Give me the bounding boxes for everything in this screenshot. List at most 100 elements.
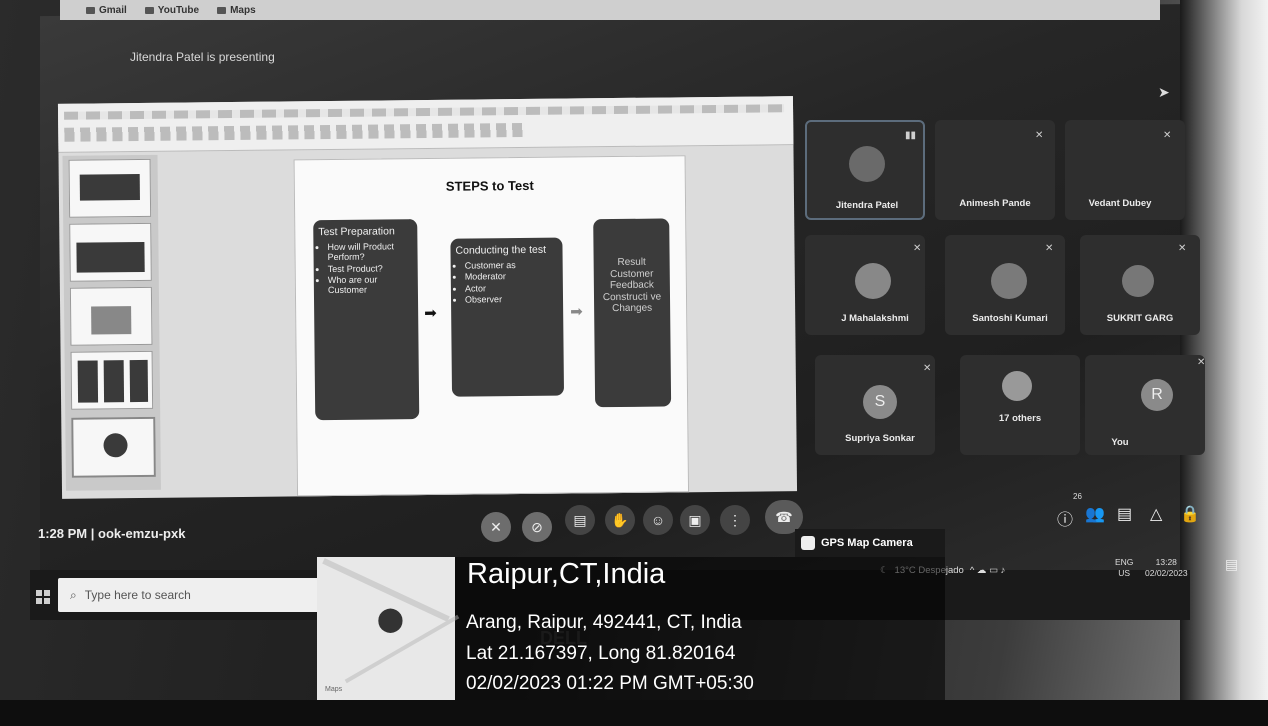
tray-icons[interactable]: ^ ☁ ▭ ♪ [970, 565, 1006, 576]
result-box: Result Customer Feedback Constructi ve C… [593, 218, 672, 408]
list-item: Observer [465, 294, 558, 305]
list-item: Test Product? [328, 263, 413, 274]
participant-tile-santoshi[interactable]: ✕ Santoshi Kumari [945, 235, 1065, 335]
speaking-icon: ▮▮ [905, 130, 917, 141]
gps-camera-badge: GPS Map Camera [795, 529, 945, 557]
mic-off-icon: ✕ [923, 363, 932, 374]
participant-tile-others[interactable]: 17 others [960, 355, 1080, 455]
conducting-test-box: Conducting the test Customer as Moderato… [450, 237, 565, 397]
avatar [1122, 265, 1154, 297]
list-item: Moderator [465, 271, 558, 282]
bookmark-gmail[interactable]: Gmail [86, 5, 127, 16]
location-pin-icon: ⬤ [377, 606, 404, 633]
participant-name: Vedant Dubey [1088, 198, 1152, 209]
taskbar-clock[interactable]: 13:28 02/02/2023 [1145, 557, 1188, 579]
search-input[interactable]: ⌕ Type here to search [58, 578, 358, 612]
participant-name: Jitendra Patel [835, 200, 899, 211]
mic-off-icon: ✕ [1163, 130, 1172, 141]
gps-city: Raipur,CT,India [467, 558, 666, 590]
participant-tile-supriya[interactable]: S ✕ Supriya Sonkar [815, 355, 935, 455]
participant-tile-mahalakshmi[interactable]: ✕ J Mahalakshmi [805, 235, 925, 335]
photo-bottom-edge [0, 700, 1268, 726]
chat-icon[interactable]: ▤ [1117, 504, 1132, 524]
gmail-icon [86, 6, 95, 14]
gps-address: Arang, Raipur, 492441, CT, India [466, 612, 742, 633]
current-slide: STEPS to Test Test Preparation How will … [293, 155, 690, 497]
avatar [849, 146, 885, 182]
bookmark-maps[interactable]: Maps [217, 5, 256, 16]
avatar [855, 263, 891, 299]
meeting-time: 1:28 PM [38, 526, 88, 541]
language-indicator[interactable]: ENG US [1115, 557, 1133, 579]
participant-name: J Mahalakshmi [841, 313, 909, 324]
people-icon[interactable]: 👥 [1085, 504, 1105, 524]
search-icon: ⌕ [70, 587, 77, 602]
gps-map: ⬤ Maps [317, 557, 460, 702]
participant-tile-jitendra[interactable]: ▮▮ Jitendra Patel [805, 120, 925, 220]
avatar-group [1002, 371, 1032, 401]
list-item: Who are our Customer [328, 274, 413, 296]
mic-off-icon: ✕ [1197, 357, 1206, 368]
participant-name: Santoshi Kumari [972, 313, 1048, 324]
arrow-right-icon: ➡ [424, 304, 437, 323]
camera-off-icon[interactable]: ⊘ [522, 512, 552, 542]
mic-off-icon[interactable]: ✕ [481, 512, 511, 542]
ribbon-tabs [64, 104, 785, 120]
gps-badge-text: GPS Map Camera [821, 537, 913, 549]
participant-tile-sukrit[interactable]: ✕ SUKRIT GARG [1080, 235, 1200, 335]
participant-name: SUKRIT GARG [1106, 313, 1174, 324]
raise-hand-icon[interactable]: ✋ [605, 505, 635, 535]
activities-icon[interactable]: △ [1150, 504, 1162, 524]
more-icon[interactable]: ⋮ [720, 505, 750, 535]
gps-coordinates: Lat 21.167397, Long 81.820164 [466, 643, 736, 664]
notification-icon[interactable]: ▤ [1225, 556, 1238, 573]
participant-tile-you[interactable]: R ✕ You [1085, 355, 1205, 455]
people-count-badge: 26 [1073, 492, 1082, 501]
mouse-cursor-icon: ➤ [1158, 84, 1170, 100]
mic-off-icon: ✕ [1035, 130, 1044, 141]
box-heading: Test Preparation [318, 225, 395, 239]
bookmarks-bar: Gmail YouTube Maps [60, 0, 1160, 20]
youtube-icon [144, 6, 154, 14]
result-line: Result [617, 256, 646, 269]
mic-off-icon: ✕ [913, 243, 922, 254]
info-icon[interactable]: ⓘ [1057, 506, 1073, 530]
maps-label: Maps [325, 686, 343, 693]
arrow-right-icon: ➡ [570, 303, 583, 321]
result-line: Constructi ve Changes [602, 291, 662, 315]
list-item: Customer as [465, 260, 558, 271]
avatar: R [1141, 379, 1173, 411]
participant-name: Supriya Sonkar [845, 433, 915, 444]
maps-icon [217, 6, 227, 14]
mic-off-icon: ✕ [1045, 243, 1054, 254]
mic-off-icon: ✕ [1178, 243, 1187, 254]
bookmark-youtube[interactable]: YouTube [144, 5, 199, 16]
participant-name: 17 others [998, 413, 1042, 424]
thumbnail-selected [71, 416, 156, 478]
camera-icon [801, 536, 815, 550]
ribbon [57, 96, 794, 153]
avatar [991, 263, 1027, 299]
participant-name: You [1111, 437, 1129, 448]
gps-datetime: 02/02/2023 01:22 PM GMT+05:30 [466, 673, 754, 694]
participant-name: Animesh Pande [959, 198, 1031, 209]
windows-icon[interactable] [36, 590, 50, 604]
present-icon[interactable]: ▣ [680, 505, 710, 535]
captions-icon[interactable]: ▤ [565, 505, 595, 535]
thumbnail [68, 158, 152, 218]
ribbon-tools [64, 122, 525, 142]
lang-region: US [1118, 568, 1131, 579]
emoji-icon[interactable]: ☺ [643, 505, 673, 535]
result-line: Customer Feedback [609, 268, 654, 292]
lock-icon[interactable]: 🔒 [1180, 504, 1200, 524]
list-item: Actor [465, 282, 558, 293]
thumbnail [70, 350, 154, 410]
lang-code: ENG [1115, 557, 1134, 567]
participant-tile-vedant[interactable]: ✕ Vedant Dubey [1065, 120, 1185, 220]
shared-screen: STEPS to Test Test Preparation How will … [57, 96, 798, 499]
avatar: S [863, 385, 897, 419]
thumbnail [69, 286, 153, 346]
thumbnail [69, 222, 152, 282]
clock-date: 02/02/2023 [1145, 568, 1188, 579]
participant-tile-animesh[interactable]: ✕ Animesh Pande [935, 120, 1055, 220]
